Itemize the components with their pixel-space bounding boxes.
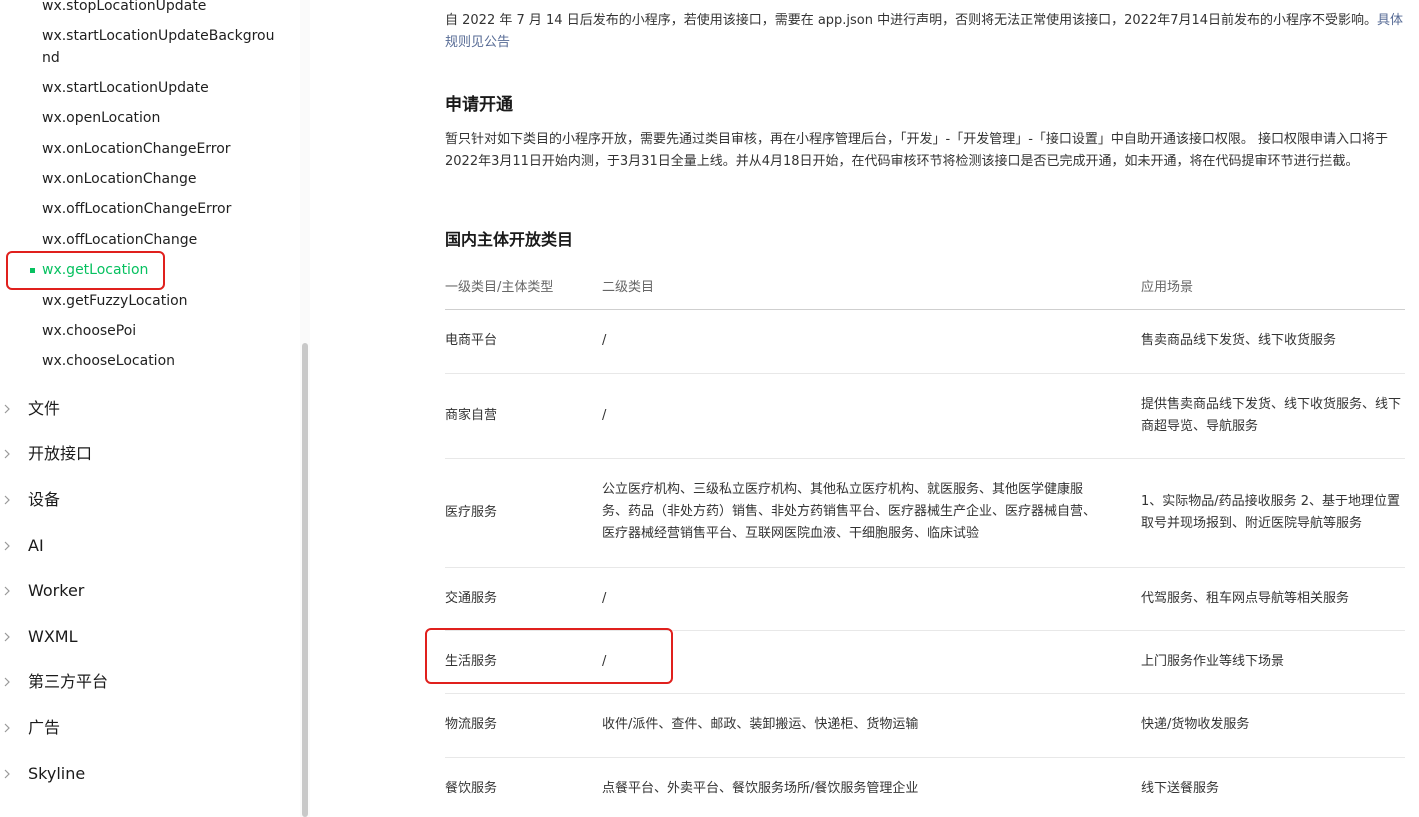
cell-primary: 医疗服务 <box>445 505 498 520</box>
intro-text: 自 2022 年 7 月 14 日后发布的小程序，若使用该接口，需要在 app.… <box>445 13 1378 28</box>
cell-scenario: 售卖商品线下发货、线下收货服务 <box>1141 333 1337 348</box>
chevron-right-icon <box>4 632 10 642</box>
sidebar-item-get-fuzzy-location[interactable]: wx.getFuzzyLocation <box>42 291 188 311</box>
table-header-primary-category: 一级类目/主体类型 <box>445 280 554 295</box>
cell-scenario: 代驾服务、租车网点导航等相关服务 <box>1141 591 1350 606</box>
row-divider <box>445 373 1405 374</box>
sidebar-category-label: 第三方平台 <box>28 672 109 691</box>
cell-primary: 餐饮服务 <box>445 781 498 796</box>
sidebar-nav: wx.stopLocationUpdate wx.startLocationUp… <box>0 0 310 817</box>
sidebar-item-label: wx.getLocation <box>42 262 149 278</box>
sidebar-category-label: AI <box>28 536 44 555</box>
cell-scenario: 线下送餐服务 <box>1141 781 1220 796</box>
cell-secondary: 收件/派件、查件、邮政、装卸搬运、快递柜、货物运输 <box>602 717 919 732</box>
sidebar-item-choose-poi[interactable]: wx.choosePoi <box>42 321 136 341</box>
sidebar-item-off-location-change[interactable]: wx.offLocationChange <box>42 230 197 250</box>
chevron-right-icon <box>4 677 10 687</box>
sidebar-item-on-location-change-error[interactable]: wx.onLocationChangeError <box>42 139 231 159</box>
intro-paragraph: 自 2022 年 7 月 14 日后发布的小程序，若使用该接口，需要在 app.… <box>445 10 1405 54</box>
cell-secondary: / <box>602 591 607 606</box>
sidebar-item-start-location-update[interactable]: wx.startLocationUpdate <box>42 78 209 98</box>
cell-primary: 交通服务 <box>445 591 498 606</box>
sidebar-category-label: 文件 <box>28 399 61 418</box>
chevron-right-icon <box>4 495 10 505</box>
sidebar-category-label: 开放接口 <box>28 444 93 463</box>
cell-scenario: 提供售卖商品线下发货、线下收货服务、线下商超导览、导航服务 <box>1141 397 1402 434</box>
row-divider <box>445 630 1405 631</box>
sidebar-category-label: 广告 <box>28 718 61 737</box>
row-divider <box>445 458 1405 459</box>
table-header-divider <box>445 309 1405 310</box>
table-header-secondary-category: 二级类目 <box>602 280 655 295</box>
active-bullet-icon <box>30 268 35 273</box>
chevron-right-icon <box>4 723 10 733</box>
sidebar-item-get-location[interactable]: wx.getLocation <box>30 260 149 280</box>
apply-paragraph: 暂只针对如下类目的小程序开放，需要先通过类目审核，再在小程序管理后台，「开发」-… <box>445 132 1389 169</box>
cell-primary: 物流服务 <box>445 717 498 732</box>
cell-secondary: / <box>602 333 607 348</box>
sidebar-item-off-location-change-error[interactable]: wx.offLocationChangeError <box>42 199 231 219</box>
cell-scenario: 1、实际物品/药品接收服务 2、基于地理位置取号并现场报到、附近医院导航等服务 <box>1141 494 1401 531</box>
table-header-scenario: 应用场景 <box>1141 280 1194 295</box>
row-divider <box>445 693 1405 694</box>
chevron-right-icon <box>4 404 10 414</box>
sidebar-item-choose-location[interactable]: wx.chooseLocation <box>42 351 175 371</box>
cell-secondary: / <box>602 654 607 669</box>
chevron-right-icon <box>4 541 10 551</box>
cell-primary: 电商平台 <box>445 333 498 348</box>
cell-scenario: 上门服务作业等线下场景 <box>1141 654 1285 669</box>
sidebar-item-start-location-update-background[interactable]: wx.startLocationUpdateBackground <box>42 25 277 69</box>
table-heading: 国内主体开放类目 <box>445 230 574 249</box>
cell-primary: 生活服务 <box>445 654 498 669</box>
sidebar-category-label: Skyline <box>28 764 86 783</box>
sidebar-category-label: 设备 <box>28 490 61 509</box>
sidebar-item-open-location[interactable]: wx.openLocation <box>42 108 160 128</box>
sidebar-item-on-location-change[interactable]: wx.onLocationChange <box>42 169 196 189</box>
cell-scenario: 快递/货物收发服务 <box>1141 717 1250 732</box>
row-divider <box>445 567 1405 568</box>
cell-secondary: / <box>602 408 607 423</box>
sidebar-scrollbar-thumb[interactable] <box>302 343 308 817</box>
chevron-right-icon <box>4 449 10 459</box>
docs-page: wx.stopLocationUpdate wx.startLocationUp… <box>0 0 1419 817</box>
cell-secondary: 点餐平台、外卖平台、餐饮服务场所/餐饮服务管理企业 <box>602 781 919 796</box>
sidebar-category-label: Worker <box>28 581 85 600</box>
chevron-right-icon <box>4 769 10 779</box>
apply-heading: 申请开通 <box>445 95 513 115</box>
row-divider <box>445 757 1405 758</box>
chevron-right-icon <box>4 586 10 596</box>
cell-primary: 商家自营 <box>445 408 498 423</box>
sidebar-item-stop-location-update[interactable]: wx.stopLocationUpdate <box>42 0 206 16</box>
sidebar-category-label: WXML <box>28 627 78 646</box>
main-content: 自 2022 年 7 月 14 日后发布的小程序，若使用该接口，需要在 app.… <box>445 0 1405 817</box>
cell-secondary: 公立医疗机构、三级私立医疗机构、其他私立医疗机构、就医服务、其他医学健康服务、药… <box>602 482 1097 541</box>
